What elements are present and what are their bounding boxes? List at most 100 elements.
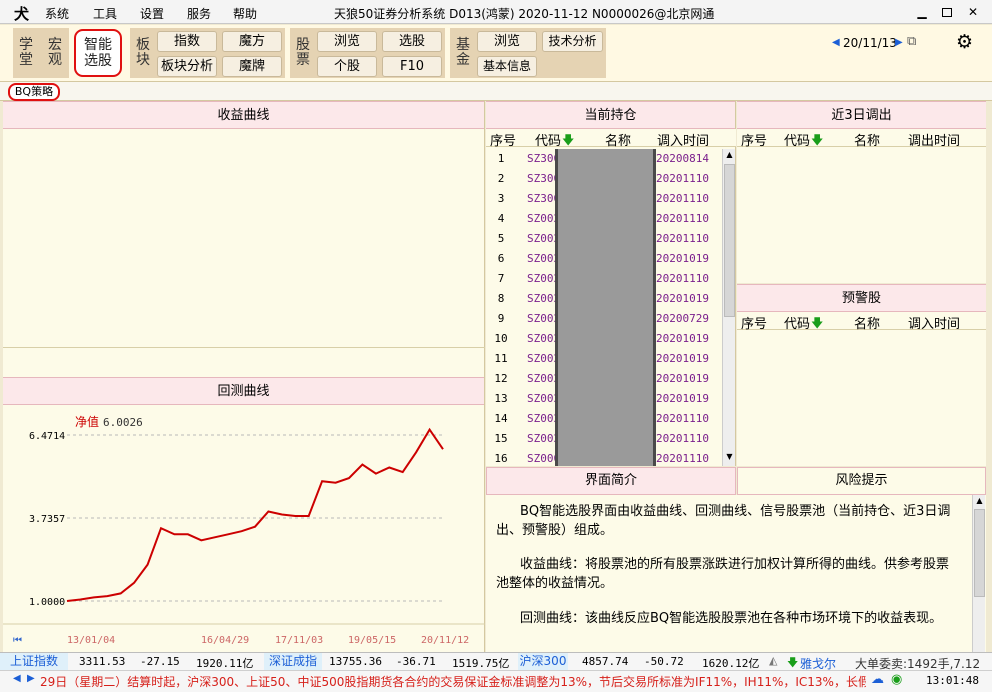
basic-info-button[interactable]: 基本信息 (477, 56, 537, 77)
intro-paragraph-3: 回测曲线：该曲线反应BQ智能选股股票池在各种市场环境下的收益表现。 (520, 611, 943, 626)
holdings-scrollbar[interactable]: ▲ ▼ (722, 149, 735, 466)
row-index: 11 (494, 352, 508, 365)
col-in-date: 调入时间 (908, 317, 961, 332)
alert-header: 序号 代码 🡇 名称 调入时间 (737, 312, 986, 332)
ticker-next-icon[interactable]: ▶ (27, 673, 35, 684)
date-next-icon[interactable]: ▶ (895, 37, 903, 48)
hs300-amount: 1620.12亿 (702, 657, 760, 670)
income-divider (3, 347, 485, 348)
ticker-prev-icon[interactable]: ◀ (13, 673, 21, 684)
sector-label: 板块 (136, 37, 150, 68)
income-curve-title: 收益曲线 (3, 101, 484, 129)
sector-analysis-button[interactable]: 板块分析 (157, 56, 217, 77)
menu-help[interactable]: 帮助 (233, 5, 257, 22)
tab-bq-strategy[interactable]: BQ策略 (8, 83, 60, 101)
stock-browse-button[interactable]: 浏览 (317, 31, 377, 52)
intro-tab[interactable]: 界面简介 (486, 467, 736, 495)
legend-series-name: 净值 (75, 414, 99, 429)
col-code[interactable]: 代码 (784, 313, 810, 332)
row-index: 16 (494, 452, 508, 465)
col-name: 名称 (854, 317, 881, 332)
sort-down-icon[interactable]: 🡇 (811, 314, 823, 335)
row-date: 20201110 (656, 172, 709, 185)
toolbar: 学堂 宏观 智能选股 板块 指数 魔方 板块分析 魔牌 股票 浏览 选股 个股 … (0, 25, 992, 82)
hs300-name[interactable]: 沪深300 (518, 653, 568, 670)
sz-index-amount: 1519.75亿 (452, 657, 510, 670)
intro-panel: BQ智能选股界面由收益曲线、回测曲线、信号股票池（当前持仓、近3日调出、预警股）… (486, 495, 986, 652)
x-tick-label: 16/04/29 (201, 635, 249, 646)
stock-select-button[interactable]: 选股 (382, 31, 442, 52)
row-date: 20201110 (656, 272, 709, 285)
smart-select-label: 智能选股 (84, 37, 112, 69)
row-date: 20201110 (656, 232, 709, 245)
hs300-value: 4857.74 (582, 655, 629, 668)
cube-button[interactable]: 魔方 (222, 31, 282, 52)
menu-service[interactable]: 服务 (187, 5, 211, 22)
row-index: 13 (494, 392, 508, 405)
minimize-icon[interactable]: ▁ (915, 6, 929, 18)
scroll-up-icon[interactable]: ▲ (724, 150, 735, 162)
ticker-text[interactable]: 29日（星期二）结算时起，沪深300、上证50、中证500股指期货各合约的交易保… (40, 673, 866, 690)
close-icon[interactable]: ✕ (966, 6, 980, 18)
toolbar-group-learn: 学堂 宏观 (13, 28, 69, 78)
chart-mini-icon[interactable]: ◭ (769, 654, 777, 667)
single-stock-button[interactable]: 个股 (317, 56, 377, 77)
calendar-icon[interactable]: ⧉ (907, 34, 916, 49)
intro-paragraph-2: 收益曲线：将股票池的所有股票涨跌进行加权计算所得的曲线。供参考股票池整体的收益情… (496, 557, 950, 591)
clock-time: 13:01:48 (926, 674, 979, 687)
backtest-chart: 净值 6.0026 ⏮ 6.4714 3.7357 1.0000 13/01/04 16… (3, 414, 485, 646)
window-title: 天狼50证券分析系统 D013(鸿蒙) 2020-11-12 N0000026@… (334, 7, 715, 21)
network-icon[interactable]: ◉ (891, 672, 902, 687)
gear-icon[interactable]: ⚙ (956, 31, 973, 53)
maximize-icon[interactable] (942, 8, 952, 17)
scroll-up-icon[interactable]: ▲ (974, 496, 985, 505)
menu-settings[interactable]: 设置 (140, 5, 164, 22)
magic-card-button[interactable]: 魔牌 (222, 56, 282, 77)
row-index: 4 (497, 212, 505, 225)
date-prev-icon[interactable]: ◀ (832, 37, 840, 48)
y-tick-label: 1.0000 (29, 597, 65, 608)
col-code[interactable]: 代码 (535, 130, 561, 149)
scroll-thumb[interactable] (724, 164, 735, 317)
f10-button[interactable]: F10 (382, 56, 442, 77)
row-index: 2 (497, 172, 505, 185)
toolbar-group-sector: 板块 指数 魔方 板块分析 魔牌 (130, 28, 285, 78)
scroll-thumb[interactable] (974, 509, 985, 597)
removed-header: 序号 代码 🡇 名称 调出时间 (737, 129, 986, 149)
school-button[interactable]: 学堂 (17, 38, 35, 68)
row-index: 9 (497, 312, 505, 325)
col-name: 名称 (605, 134, 632, 149)
removed-panel: 近3日调出 序号 代码 🡇 名称 调出时间 (737, 101, 986, 283)
row-date: 20200729 (656, 312, 709, 325)
sort-down-icon[interactable]: 🡇 (811, 131, 823, 152)
menu-system[interactable]: 系统 (45, 5, 69, 22)
smart-select-button[interactable]: 智能选股 (74, 29, 122, 77)
row-date: 20201019 (656, 392, 709, 405)
risk-tab[interactable]: 风险提示 (737, 467, 986, 495)
series-line (66, 427, 444, 602)
scroll-down-icon[interactable]: ▼ (724, 452, 735, 464)
row-date: 20201110 (656, 192, 709, 205)
col-index: 序号 (490, 134, 517, 149)
row-date: 20201019 (656, 292, 709, 305)
sh-index-name[interactable]: 上证指数 (0, 653, 68, 670)
x-tick-label: 17/11/03 (275, 635, 323, 646)
toolbar-group-fund: 基金 浏览 技术分析 基本信息 (450, 28, 606, 78)
toolbar-group-stock: 股票 浏览 选股 个股 F10 (290, 28, 445, 78)
row-index: 15 (494, 432, 508, 445)
chat-icon[interactable]: ☁ (871, 672, 884, 687)
intro-scrollbar[interactable]: ▲ (972, 495, 985, 652)
col-code[interactable]: 代码 (784, 130, 810, 149)
chart-start-icon[interactable]: ⏮ (13, 635, 22, 646)
removed-title: 近3日调出 (737, 101, 986, 129)
menu-tools[interactable]: 工具 (93, 5, 117, 22)
macro-button[interactable]: 宏观 (46, 38, 64, 68)
y-tick-label: 3.7357 (29, 514, 65, 525)
alert-panel: 预警股 序号 代码 🡇 名称 调入时间 (737, 284, 986, 466)
fund-browse-button[interactable]: 浏览 (477, 31, 537, 52)
row-index: 3 (497, 192, 505, 205)
row-date: 20201110 (656, 412, 709, 425)
sz-index-name[interactable]: 深证成指 (264, 653, 322, 670)
tech-analysis-button[interactable]: 技术分析 (542, 31, 603, 52)
index-button[interactable]: 指数 (157, 31, 217, 52)
